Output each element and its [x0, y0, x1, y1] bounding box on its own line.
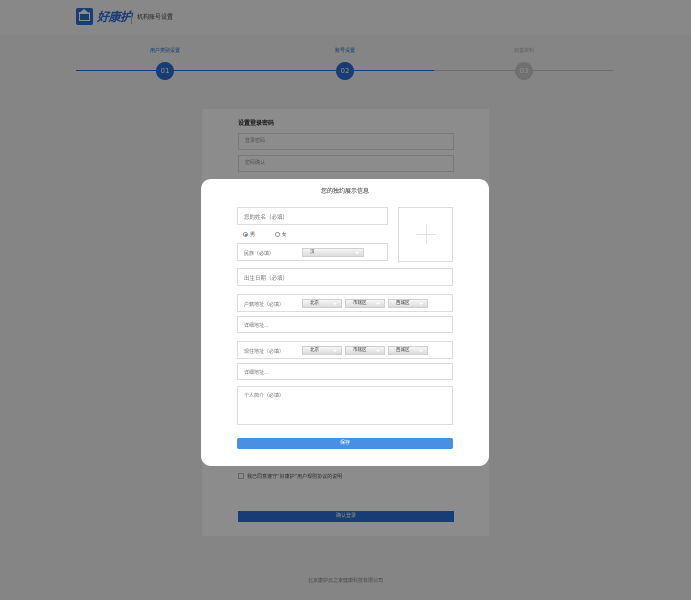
intro-textarea[interactable]: 个人简介（必填） [237, 386, 453, 425]
gender-female-option[interactable]: 女 [274, 231, 287, 238]
ethnicity-select[interactable]: 汉 [302, 248, 364, 257]
household-province-value: 北京 [310, 301, 319, 306]
household-detail-placeholder: 详细地址... [244, 323, 269, 329]
gender-radio-group: 男 女 [243, 231, 305, 238]
birthday-input[interactable]: 出生日期（必填） [237, 268, 453, 286]
photo-upload[interactable] [398, 207, 453, 262]
current-district-select[interactable]: 西城区 [388, 346, 428, 355]
household-district-value: 西城区 [396, 301, 410, 306]
household-city-select[interactable]: 市辖区 [345, 299, 385, 308]
ethnicity-label: 民族（必填） [244, 251, 275, 257]
chevron-down-icon [376, 303, 380, 305]
current-province-select[interactable]: 北京 [302, 346, 342, 355]
save-button[interactable]: 保存 [237, 438, 453, 449]
household-detail-input[interactable]: 详细地址... [237, 316, 453, 333]
household-address-label: 户籍地址（必填） [244, 302, 285, 308]
current-city-select[interactable]: 市辖区 [345, 346, 385, 355]
current-district-value: 西城区 [396, 348, 410, 353]
current-city-value: 市辖区 [353, 348, 367, 353]
radio-unchecked-icon[interactable] [274, 232, 280, 237]
chevron-down-icon [333, 350, 337, 352]
radio-checked-icon[interactable] [243, 232, 248, 237]
name-input[interactable]: 您的姓名（必填） [237, 207, 388, 225]
modal-title: 您的独约展示信息 [320, 188, 369, 195]
household-district-select[interactable]: 西城区 [388, 299, 428, 308]
intro-placeholder: 个人简介（必填） [244, 393, 285, 399]
gender-female-label: 女 [281, 232, 287, 238]
chevron-down-icon [419, 350, 423, 352]
chevron-down-icon [419, 303, 423, 305]
birthday-placeholder: 出生日期（必填） [244, 276, 289, 282]
chevron-down-icon [376, 350, 380, 352]
household-city-value: 市辖区 [353, 301, 367, 306]
chevron-down-icon [333, 303, 337, 305]
chevron-down-icon [355, 252, 359, 254]
gender-male-label: 男 [250, 232, 256, 238]
ethnicity-value: 汉 [310, 250, 315, 255]
current-detail-input[interactable]: 详细地址... [237, 363, 453, 380]
household-province-select[interactable]: 北京 [302, 299, 342, 308]
current-address-label: 现住地址（必填） [244, 349, 285, 355]
current-detail-placeholder: 详细地址... [244, 370, 269, 376]
current-province-value: 北京 [310, 348, 319, 353]
gender-male-option[interactable]: 男 [243, 231, 255, 238]
name-placeholder: 您的姓名（必填） [244, 215, 289, 221]
